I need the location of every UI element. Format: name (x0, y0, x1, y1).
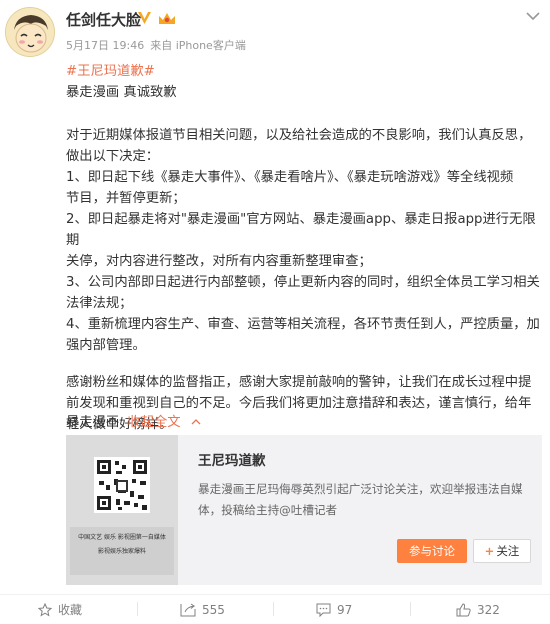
repost-count: 555 (202, 603, 225, 617)
follow-button[interactable]: + 关注 (473, 539, 531, 563)
topic-card[interactable]: 中国文艺 娱乐 影视圈第一自媒体 影视娱乐独家爆料 王尼玛道歉 暴走漫画王尼玛侮… (66, 435, 542, 585)
thumb-caption-1: 中国文艺 娱乐 影视圈第一自媒体 (78, 534, 166, 541)
post-date[interactable]: 5月17日 19:46 (66, 39, 144, 52)
follow-label: 关注 (496, 544, 520, 558)
text-line: 4、重新梳理内容生产、审查、运营等相关流程，各环节责任到人，严控质量，加 (66, 317, 540, 332)
topic-card-title[interactable]: 王尼玛道歉 (198, 449, 266, 469)
favorite-button[interactable]: 收藏 (37, 601, 83, 619)
text-line: 前发现和重视到自己的不足。今后我们将更加注意措辞和表达，谨言慎行，给年 (66, 396, 532, 411)
collapse-link[interactable]: 收起全文 (127, 415, 180, 430)
divider (410, 602, 411, 616)
text-line: 1、即日起下线《暴走大事件》、《暴走看啥片》、《暴走玩啥游戏》等全线视频 (66, 170, 514, 185)
post-title-line: 暴走漫画 真诚致歉 (66, 85, 177, 100)
verified-icon (138, 12, 151, 24)
weibo-post: 任剑任大脸 5月17日 19:46 来自 iPhone客户端 #王尼玛道歉# 暴走… (0, 0, 550, 624)
text-line: 对于近期媒体报道节目相关问题，以及给社会造成的不良影响，我们认真反思， (66, 128, 532, 143)
text-line: 节目，并暂停更新； (66, 191, 186, 206)
post-source: 来自 iPhone客户端 (150, 39, 246, 52)
comment-icon (316, 603, 331, 618)
avatar-face-icon (6, 8, 54, 56)
like-count: 322 (477, 603, 500, 617)
comment-button[interactable]: 97 (316, 601, 352, 619)
star-icon (37, 602, 53, 617)
topic-link[interactable]: #王尼玛道歉# (66, 64, 155, 79)
favorite-label: 收藏 (58, 603, 83, 617)
repost-button[interactable]: 555 (180, 601, 225, 619)
like-button[interactable]: 322 (456, 601, 500, 619)
qr-code-icon (66, 435, 178, 585)
chevron-up-icon[interactable] (191, 419, 201, 425)
avatar[interactable] (5, 7, 55, 57)
thumbs-up-icon (456, 603, 471, 617)
text-line: 强内部管理。 (66, 338, 146, 353)
signature-line: 暴走漫画 收起全文 (66, 412, 544, 433)
text-line: 关停，对内容进行整改，对所有内容重新整理审查； (66, 254, 372, 269)
vip-badge-icon[interactable] (156, 10, 178, 26)
repost-icon (180, 603, 196, 617)
topic-line: #王尼玛道歉# (66, 61, 544, 82)
signature: 暴走漫画 (66, 415, 120, 430)
text-line: 做出以下决定： (66, 149, 160, 164)
divider (273, 602, 274, 616)
topic-card-thumbnail[interactable]: 中国文艺 娱乐 影视圈第一自媒体 影视娱乐独家爆料 (66, 435, 178, 585)
post-meta: 5月17日 19:46 来自 iPhone客户端 (66, 37, 246, 53)
text-line: 2、即日起暴走将对"暴走漫画"官方网站、暴走漫画app、暴走日报app进行无限期 (66, 212, 536, 248)
text-line: 法律法规； (66, 296, 133, 311)
chevron-down-icon[interactable] (524, 10, 542, 22)
comment-count: 97 (337, 603, 353, 617)
user-name[interactable]: 任剑任大脸 (66, 9, 141, 30)
text-line: 感谢粉丝和媒体的监督指正，感谢大家提前敲响的警钟，让我们在成长过程中提 (66, 375, 532, 390)
post-paragraph-1: 对于近期媒体报道节目相关问题，以及给社会造成的不良影响，我们认真反思， 做出以下… (66, 125, 544, 356)
join-discussion-button[interactable]: 参与讨论 (397, 539, 467, 563)
thumb-caption-2: 影视娱乐独家爆料 (97, 548, 146, 555)
action-bar: 收藏 555 97 322 (0, 594, 550, 624)
text-line: 3、公司内部即日起进行内部整顿，停止更新内容的同时，组织全体员工学习相关 (66, 275, 540, 290)
topic-card-description: 暴走漫画王尼玛侮辱英烈引起广泛讨论关注，欢迎举报违法自媒体，投稿给主持@吐槽记者 (198, 482, 523, 517)
plus-icon: + (484, 544, 495, 558)
divider (137, 602, 138, 616)
